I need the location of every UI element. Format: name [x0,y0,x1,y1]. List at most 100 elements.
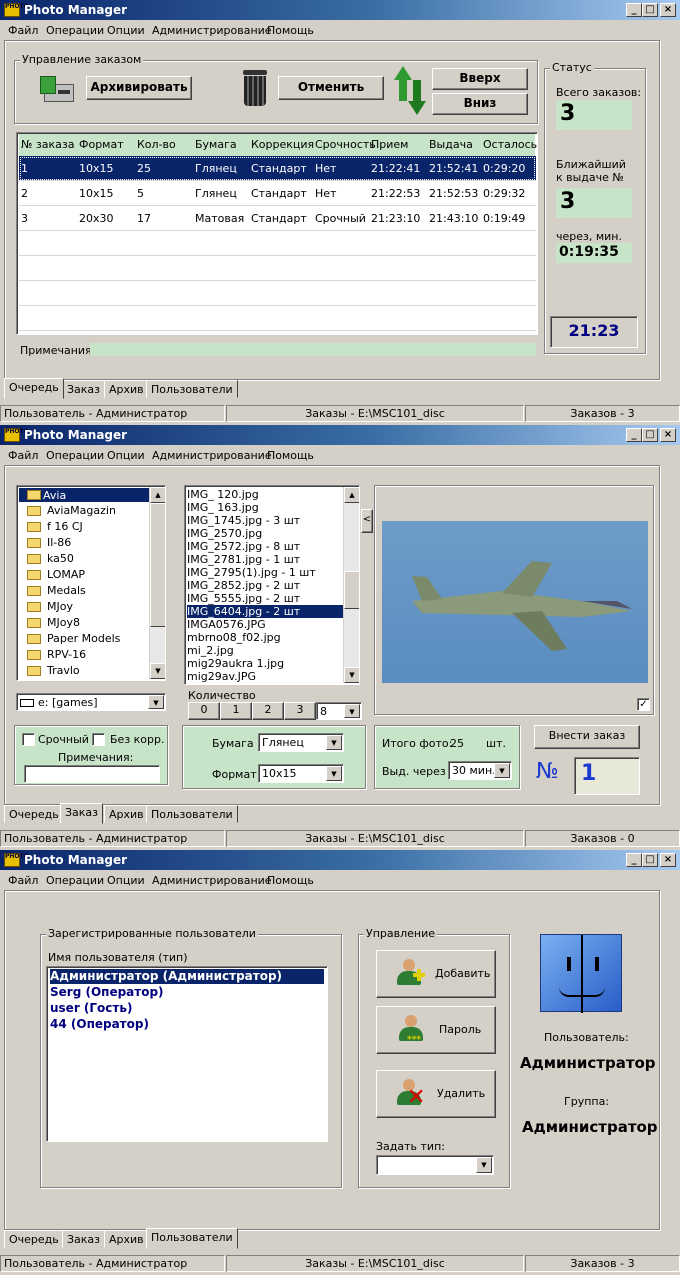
file-item[interactable]: mi_2.jpg [187,644,234,657]
issue-in-select[interactable]: 30 мин. ▼ [448,761,512,780]
tab-archive[interactable]: Архив [104,805,149,823]
folder-item[interactable]: Paper Models [47,632,120,645]
folder-item[interactable]: AviaMagazin [47,504,116,517]
password-button[interactable]: *** Пароль [376,1006,496,1054]
menu-help[interactable]: Помощь [267,449,314,462]
collapse-arrow-button[interactable]: < [361,509,373,533]
file-item[interactable]: IMG_ 120.jpg [187,488,259,501]
chevron-down-icon[interactable]: ▼ [148,695,164,709]
menu-file[interactable]: Файл [8,874,38,887]
submit-order-button[interactable]: Внести заказ [534,725,640,749]
close-button[interactable]: × [660,3,676,17]
folder-item[interactable]: f 16 CJ [47,520,83,533]
menu-administration[interactable]: Администрирование [152,24,272,37]
col-urgency[interactable]: Срочность [315,138,376,151]
folder-item[interactable]: Il-86 [47,536,71,549]
no-correction-checkbox[interactable] [92,733,105,746]
scroll-thumb[interactable] [344,571,359,609]
tab-order[interactable]: Заказ [62,380,106,398]
chevron-down-icon[interactable]: ▼ [326,766,342,781]
qty-button-2[interactable]: 2 [252,702,284,720]
table-row[interactable]: 3 20x30 17 Матовая Стандарт Срочный 21:23:10 21… [19,206,536,231]
menu-operations[interactable]: Операции [46,874,104,887]
menu-options[interactable]: Опции [107,874,145,887]
tab-queue[interactable]: Очередь [4,805,64,823]
paper-select[interactable]: Глянец ▼ [258,733,344,752]
table-row[interactable]: 2 10x15 5 Глянец Стандарт Нет 21:22:53 21:52:53… [19,181,536,206]
close-button[interactable]: × [660,853,676,867]
file-item[interactable]: IMG_1745.jpg - 3 шт [187,514,300,527]
qty-button-1[interactable]: 1 [220,702,252,720]
folder-item[interactable]: Avia [43,489,66,502]
move-up-button[interactable]: Вверх [432,68,528,90]
table-row[interactable]: 1 10x15 25 Глянец Стандарт Нет 21:22:41 21:52:4… [19,156,536,181]
file-item[interactable]: IMG_2795(1).jpg - 1 шт [187,566,316,579]
file-list[interactable]: IMG_ 120.jpg IMG_ 163.jpg IMG_1745.jpg -… [184,485,360,685]
close-button[interactable]: × [660,428,676,442]
users-list[interactable]: Администратор (Администратор) Serg (Опер… [46,966,328,1142]
chevron-down-icon[interactable]: ▼ [344,704,360,718]
col-format[interactable]: Формат [79,138,124,151]
file-scrollbar[interactable]: ▲ ▼ [343,487,359,683]
scroll-down-icon[interactable]: ▼ [150,663,165,679]
title-bar[interactable]: PHOTO Photo Manager _ □ × [0,850,680,870]
chevron-down-icon[interactable]: ▼ [494,763,510,778]
file-item[interactable]: IMG_5555.jpg - 2 шт [187,592,300,605]
folder-item[interactable]: ka50 [47,552,74,565]
menu-options[interactable]: Опции [107,24,145,37]
file-item[interactable]: mig29aukra 1.jpg [187,657,284,670]
scroll-up-icon[interactable]: ▲ [344,487,359,503]
tab-users[interactable]: Пользователи [146,1228,238,1249]
orders-table[interactable]: № заказа Формат Кол-во Бумага Коррекция … [16,132,538,335]
menu-file[interactable]: Файл [8,24,38,37]
folder-tree[interactable]: Avia AviaMagazin f 16 CJ Il-86 ka50 LOMA… [16,485,166,681]
tab-order[interactable]: Заказ [62,1230,106,1248]
menu-administration[interactable]: Администрирование [152,449,272,462]
user-item[interactable]: 44 (Оператор) [50,1017,149,1032]
folder-item[interactable]: Travlo [47,664,80,677]
user-item[interactable]: Serg (Оператор) [50,985,164,1000]
tab-order[interactable]: Заказ [60,803,104,824]
col-qty[interactable]: Кол-во [137,138,176,151]
col-issue[interactable]: Выдача [429,138,473,151]
maximize-button[interactable]: □ [642,428,658,442]
file-item[interactable]: IMG_ 163.jpg [187,501,259,514]
order-notes-input[interactable] [24,765,160,783]
col-paper[interactable]: Бумага [195,138,237,151]
user-type-select[interactable]: ▼ [376,1155,494,1175]
title-bar[interactable]: PHOTO Photo Manager _ □ × [0,425,680,445]
maximize-button[interactable]: □ [642,3,658,17]
col-remaining[interactable]: Осталось [483,138,537,151]
menu-file[interactable]: Файл [8,449,38,462]
file-item[interactable]: IMG_2781.jpg - 1 шт [187,553,300,566]
menu-options[interactable]: Опции [107,449,145,462]
urgent-checkbox[interactable] [22,733,35,746]
tab-queue[interactable]: Очередь [4,1230,64,1248]
tab-users[interactable]: Пользователи [146,380,238,398]
qty-button-0[interactable]: 0 [188,702,220,720]
minimize-button[interactable]: _ [626,428,642,442]
cancel-order-button[interactable]: Отменить [278,76,384,100]
qty-select[interactable]: 8 ▼ [316,702,362,720]
scroll-up-icon[interactable]: ▲ [150,487,165,503]
tab-queue[interactable]: Очередь [4,378,64,399]
scroll-thumb[interactable] [150,503,165,627]
scroll-down-icon[interactable]: ▼ [344,667,359,683]
col-correction[interactable]: Коррекция [251,138,314,151]
folder-item[interactable]: LOMAP [47,568,85,581]
drive-select[interactable]: e: [games] ▼ [16,693,166,711]
archive-button[interactable]: Архивировать [86,76,192,100]
move-down-button[interactable]: Вниз [432,93,528,115]
col-order-no[interactable]: № заказа [21,138,75,151]
title-bar[interactable]: PHOTO Photo Manager _ □ × [0,0,680,20]
tab-users[interactable]: Пользователи [146,805,238,823]
file-item[interactable]: IMGA0576.JPG [187,618,266,631]
qty-button-3[interactable]: 3 [284,702,316,720]
minimize-button[interactable]: _ [626,3,642,17]
folder-item[interactable]: MJoy [47,600,73,613]
file-item[interactable]: IMG_2570.jpg [187,527,262,540]
maximize-button[interactable]: □ [642,853,658,867]
tab-archive[interactable]: Архив [104,380,149,398]
format-select[interactable]: 10x15 ▼ [258,764,344,783]
file-item[interactable]: mbrno08_f02.jpg [187,631,281,644]
